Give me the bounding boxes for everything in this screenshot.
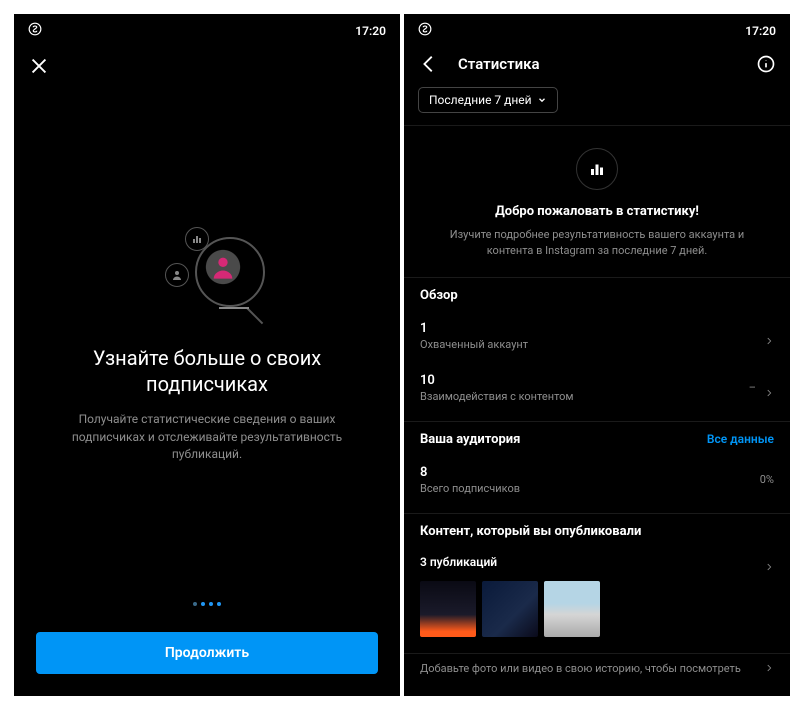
followers-row[interactable]: 8 Всего подписчиков 0% [420,457,774,509]
date-range-label: Последние 7 дней [429,93,532,107]
info-icon[interactable] [756,54,776,74]
onboarding-screen: 17:20 Узнайте больше о своих подписчиках… [14,14,400,696]
audience-section: Ваша аудитория Все данные 8 Всего подпис… [404,422,790,513]
chevron-down-icon [537,95,547,105]
interactions-trend: – [749,381,756,394]
onboarding-title: Узнайте больше о своих подписчиках [42,345,372,397]
continue-button[interactable]: Продолжить [36,632,378,674]
followers-value: 8 [420,465,520,480]
topbar [14,43,400,89]
shazam-icon [418,22,432,39]
close-icon[interactable] [28,55,50,77]
thumbnail[interactable] [482,581,538,637]
followers-trend: 0% [760,473,774,486]
publication-thumbnails [420,577,774,649]
overview-title: Обзор [420,288,458,303]
followers-label: Всего подписчиков [420,482,520,495]
reach-value: 1 [420,321,528,336]
content-section: Контент, который вы опубликовали 3 публи… [404,514,790,653]
date-range-selector[interactable]: Последние 7 дней [418,87,558,113]
publications-row[interactable]: 3 публикаций [420,549,774,577]
welcome-title: Добро пожаловать в статистику! [434,204,760,219]
page-dots [14,602,400,606]
publications-label: 3 публикаций [420,555,497,569]
story-hint-text: Добавьте фото или видео в свою историю, … [420,662,741,675]
insights-screen: 17:20 Статистика Последние 7 дней Добро … [404,14,790,696]
chevron-right-icon [764,331,774,341]
onboarding-body: Узнайте больше о своих подписчиках Получ… [14,89,400,602]
stats-icon [576,148,618,190]
shazam-icon [28,22,42,39]
overview-section: Обзор 1 Охваченный аккаунт 10 Взаимодейс… [404,278,790,421]
story-hint-row[interactable]: Добавьте фото или видео в свою историю, … [404,654,790,683]
reach-row[interactable]: 1 Охваченный аккаунт [420,313,774,365]
scroll-area[interactable]: Добро пожаловать в статистику! Изучите п… [404,126,790,696]
onboarding-illustration [147,227,267,317]
status-time: 17:20 [355,24,386,38]
status-bar: 17:20 [14,14,400,43]
reach-label: Охваченный аккаунт [420,338,528,351]
back-icon[interactable] [418,53,440,75]
audience-title: Ваша аудитория [420,432,520,447]
page-title: Статистика [458,55,738,73]
status-bar: 17:20 [404,14,790,43]
interactions-label: Взаимодействия с контентом [420,390,574,403]
topbar: Статистика [404,43,790,81]
status-time: 17:20 [745,24,776,38]
chevron-right-icon [764,383,774,393]
welcome-sub: Изучите подробнее результативность вашег… [434,227,760,259]
interactions-value: 10 [420,373,574,388]
range-row: Последние 7 дней [404,81,790,125]
thumbnail[interactable] [544,581,600,637]
onboarding-subtitle: Получайте статистические сведения о ваши… [42,411,372,463]
interactions-row[interactable]: 10 Взаимодействия с контентом – [420,365,774,417]
chevron-right-icon [764,663,774,673]
user-small-icon [165,263,189,287]
thumbnail[interactable] [420,581,476,637]
audience-all-link[interactable]: Все данные [707,432,774,446]
chevron-right-icon [764,557,774,567]
content-title: Контент, который вы опубликовали [420,524,641,539]
welcome-block: Добро пожаловать в статистику! Изучите п… [404,126,790,277]
